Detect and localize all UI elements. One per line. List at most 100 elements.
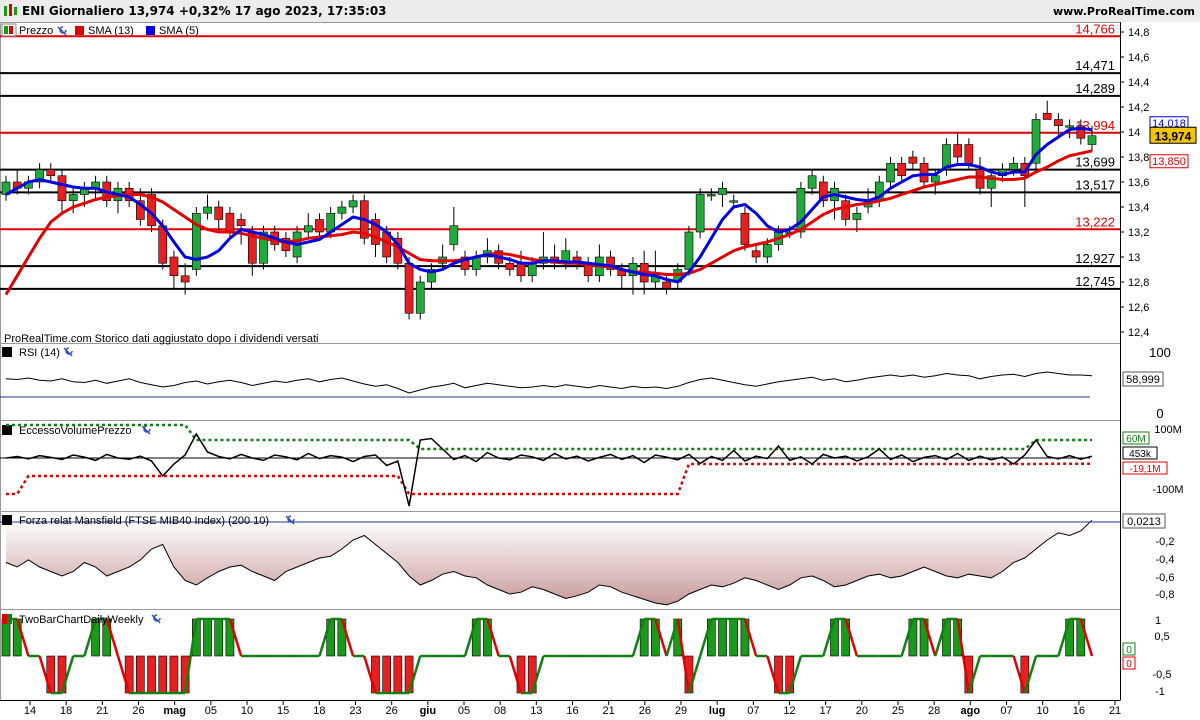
- candle-body-75: [841, 200, 851, 220]
- candle-body-59: [662, 281, 671, 289]
- price-tick-6: 13,6: [1128, 177, 1149, 189]
- candle-body-72: [807, 175, 817, 189]
- candle-body-46: [516, 262, 526, 277]
- twobar-bar-35: [393, 655, 403, 694]
- candle-body-19: [214, 206, 224, 220]
- candle-body-87: [975, 169, 985, 189]
- wrench-icon[interactable]: [63, 347, 73, 357]
- price-tick-3: 14,2: [1128, 102, 1149, 114]
- candle-body-76: [852, 212, 862, 220]
- twobar-bar-65: [729, 618, 739, 657]
- x-tick-2: 21: [96, 705, 108, 717]
- x-tick-4: mag: [163, 705, 186, 717]
- mansfield-tick-4: -0,8: [1156, 589, 1175, 601]
- x-tick-30: 21: [1109, 705, 1121, 717]
- twobar-label: TwoBarChartDailyWeekly: [19, 614, 144, 626]
- candle-body-37: [415, 281, 425, 314]
- evp-legend: EccessoVolumePrezzo: [2, 425, 151, 437]
- candle-body-68: [762, 244, 772, 258]
- legend-sma5: SMA (5): [159, 25, 199, 37]
- x-tick-7: 15: [277, 705, 289, 717]
- x-tick-20: 07: [747, 705, 759, 717]
- candle-body-61: [684, 231, 694, 270]
- evp-tick-100m: 100M: [1154, 424, 1182, 436]
- panel-frames: [0, 22, 1121, 701]
- candle-body-62: [695, 194, 705, 233]
- x-tick-0: 14: [24, 705, 36, 717]
- rsi-value: 58,999: [1126, 374, 1160, 386]
- candle-body-20: [225, 212, 235, 233]
- x-tick-3: 26: [132, 705, 144, 717]
- mansfield-value: 0,0213: [1127, 516, 1161, 528]
- candle-body-40: [449, 225, 459, 245]
- price-y-ticks: 14,8 14,6 14,4 14,2 14 13,8 13,6 13,4 13,2 13 12,8…: [1120, 27, 1149, 339]
- mansfield-legend: Forza relat Mansfield (FTSE MIB40 Index)…: [2, 515, 295, 527]
- twobar-bar-19: [214, 618, 224, 657]
- price-levels: 14,76614,47114,28913,99413,69913,51713,2…: [0, 21, 1120, 290]
- legend-prezzo: Prezzo: [19, 25, 53, 37]
- evp-upper-value: 60M: [1126, 434, 1145, 445]
- x-tick-22: 17: [820, 705, 832, 717]
- candle-body-36: [404, 262, 414, 314]
- rsi-label: RSI (14): [19, 347, 60, 359]
- x-tick-13: 08: [494, 705, 506, 717]
- candle-body-5: [57, 175, 67, 202]
- wrench-icon[interactable]: [57, 26, 67, 36]
- candle-body-47: [527, 262, 537, 277]
- evp-main-line: [5, 432, 1093, 507]
- price-tick-5: 13,8: [1128, 152, 1149, 164]
- price-tick-7: 13,4: [1128, 202, 1149, 214]
- wrench-icon[interactable]: [151, 614, 161, 624]
- twobar-bar-0: [1, 618, 11, 657]
- candle-body-82: [919, 162, 929, 183]
- price-tick-9: 13: [1128, 252, 1140, 264]
- x-tick-11: giu: [420, 705, 437, 717]
- candle-body-80: [897, 162, 907, 177]
- candle-body-95: [1065, 125, 1074, 128]
- level-label-5: 13,517: [1075, 177, 1115, 192]
- level-label-1: 14,471: [1075, 58, 1115, 73]
- twobar-bar-13: [147, 655, 156, 694]
- candle-body-81: [908, 156, 918, 164]
- twobar-tick-05: 0,5: [1154, 631, 1169, 643]
- candle-body-31: [348, 200, 358, 208]
- x-tick-16: 21: [603, 705, 615, 717]
- candle-body-67: [751, 250, 761, 258]
- candle-body-4: [46, 169, 56, 177]
- level-label-7: 12,927: [1075, 251, 1115, 266]
- evp-upper-line: [6, 423, 1092, 451]
- chart-title: ENI Giornaliero 13,974 +0,32% 17 ago 202…: [22, 4, 387, 18]
- price-tick-1: 14,6: [1128, 52, 1149, 64]
- candle-body-18: [203, 206, 212, 214]
- price-tick-11: 12,6: [1128, 302, 1149, 314]
- evp-label: EccessoVolumePrezzo: [19, 425, 132, 437]
- sma13-line: [4, 149, 1093, 296]
- twobar-red-value: 0: [1126, 659, 1132, 670]
- chart-window: ENI Giornaliero 13,974 +0,32% 17 ago 202…: [0, 0, 1200, 720]
- x-axis: 14 18 21 26 mag 05 10 15 18 23 26 giu 05 08 13 16 21 26 29…: [0, 700, 1121, 717]
- twobar-bar-18: [203, 618, 212, 657]
- rsi-tick-100: 100: [1149, 345, 1171, 360]
- evp-tick-neg100m: -100M: [1152, 484, 1183, 496]
- twobar-green-value: 0: [1126, 645, 1132, 656]
- legend-sma13: SMA (13): [88, 25, 134, 37]
- x-tick-24: 25: [892, 705, 904, 717]
- x-tick-29: 16: [1073, 705, 1085, 717]
- x-tick-25: 28: [928, 705, 940, 717]
- x-tick-9: 23: [349, 705, 361, 717]
- candle-body-93: [1042, 112, 1052, 120]
- wrench-icon[interactable]: [141, 425, 151, 435]
- x-tick-10: 26: [386, 705, 398, 717]
- price-tick-10: 12,8: [1128, 277, 1149, 289]
- candle-body-65: [729, 200, 739, 203]
- candle-body-63: [707, 194, 716, 197]
- twobar-tick-neg1: -1: [1155, 686, 1165, 698]
- evp-line-value: 453k: [1129, 449, 1152, 460]
- price-tick-8: 13,2: [1128, 227, 1149, 239]
- x-tick-19: lug: [709, 705, 726, 717]
- candle-body-86: [964, 144, 974, 164]
- candle-body-27: [303, 225, 313, 233]
- rsi-tick-0: 0: [1156, 406, 1163, 421]
- price-tick-2: 14,4: [1128, 77, 1149, 89]
- candle-body-94: [1054, 119, 1063, 127]
